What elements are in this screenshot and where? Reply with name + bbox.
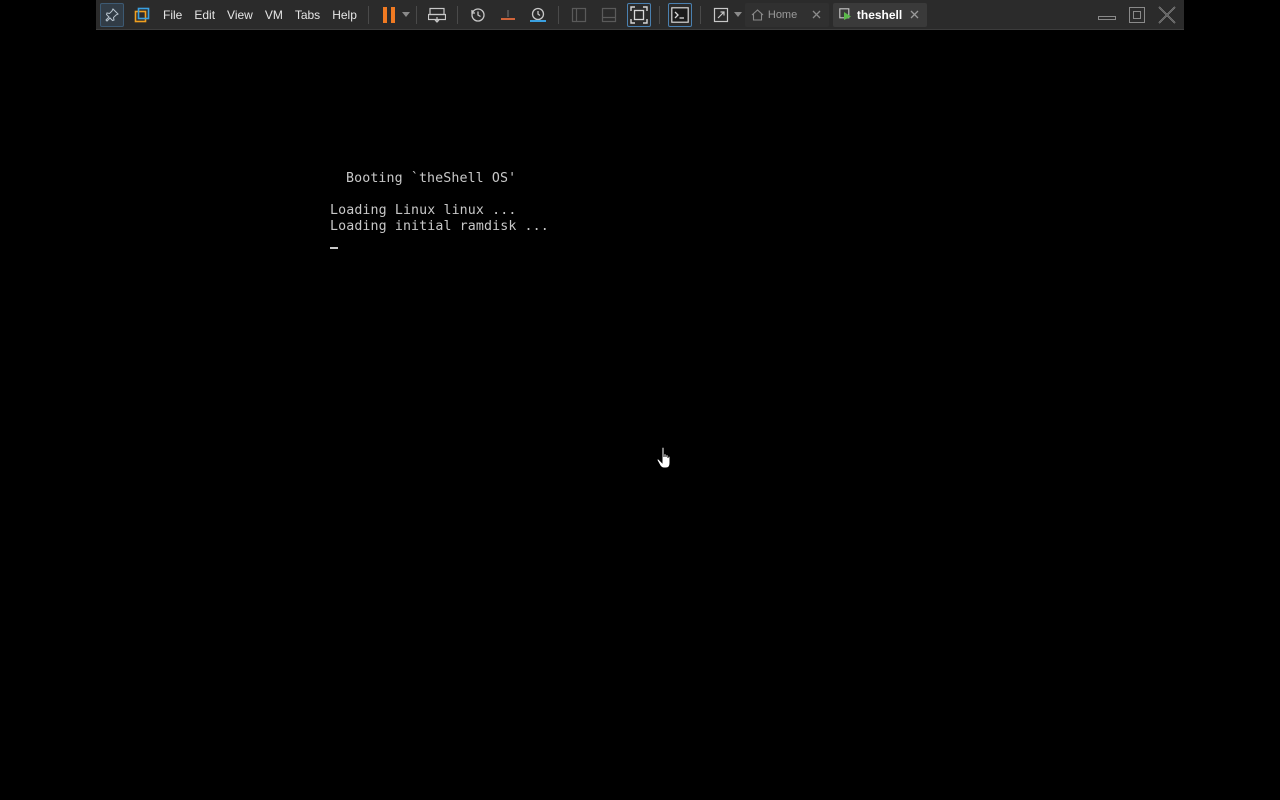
- snapshot-manager-button[interactable]: [526, 3, 550, 27]
- tab-home[interactable]: Home: [744, 2, 829, 27]
- toolbar-separator: [456, 5, 458, 24]
- minimize-icon: [1098, 15, 1116, 20]
- send-keys-icon: [427, 7, 446, 23]
- menu-help[interactable]: Help: [326, 3, 363, 27]
- vm-tab-icon: [839, 8, 851, 20]
- fit-guest-icon: [630, 5, 648, 24]
- take-snapshot-button[interactable]: [466, 3, 490, 27]
- pause-button[interactable]: [377, 3, 401, 27]
- vm-toolbar: File Edit View VM Tabs Help Home theshel…: [96, 0, 1184, 30]
- menu-edit[interactable]: Edit: [188, 3, 221, 27]
- restore-icon: [1129, 6, 1145, 23]
- fullscreen-button[interactable]: [709, 3, 733, 27]
- fullscreen-dropdown-caret[interactable]: [733, 12, 743, 17]
- toolbar-separator: [699, 5, 701, 24]
- tab-home-label: Home: [767, 8, 798, 21]
- hand-pointer-icon: [656, 446, 671, 469]
- revert-snapshot-icon: [500, 9, 515, 20]
- toolbar-separator: [658, 5, 660, 24]
- show-sidebar-button[interactable]: [567, 3, 591, 27]
- console-icon: [671, 6, 689, 23]
- tab-theshell-close-button[interactable]: [909, 9, 921, 21]
- console-view-button[interactable]: [667, 2, 692, 27]
- snapshot-manager-icon: [529, 7, 546, 22]
- send-ctrl-alt-del-button[interactable]: [425, 3, 449, 27]
- close-icon: [812, 10, 821, 19]
- snapshot-icon: [471, 7, 485, 22]
- chevron-down-icon: [733, 12, 742, 17]
- minimize-button[interactable]: [1092, 1, 1122, 29]
- tab-home-close-button[interactable]: [811, 9, 823, 21]
- close-icon: [1158, 5, 1176, 24]
- text-cursor: [330, 247, 338, 249]
- boot-line-ramdisk: Loading initial ramdisk ...: [330, 219, 549, 234]
- pin-toolbar-button[interactable]: [100, 2, 124, 27]
- library-button[interactable]: [130, 3, 154, 27]
- sidebar-toggle-icon: [571, 7, 586, 22]
- close-window-button[interactable]: [1152, 1, 1182, 29]
- show-thumbnail-bar-button[interactable]: [597, 3, 621, 27]
- revert-snapshot-button[interactable]: [496, 3, 520, 27]
- toolbar-separator: [557, 5, 559, 24]
- pause-icon: [382, 6, 395, 23]
- boot-title-line: Booting `theShell OS': [346, 171, 517, 186]
- fit-guest-button[interactable]: [626, 2, 651, 27]
- toolbar-separator: [367, 5, 369, 24]
- thumbnail-bar-icon: [601, 7, 616, 22]
- boot-line-kernel: Loading Linux linux ...: [330, 203, 517, 218]
- close-icon: [910, 10, 919, 19]
- pin-icon: [105, 7, 119, 22]
- power-dropdown-caret[interactable]: [401, 12, 411, 17]
- menu-tabs[interactable]: Tabs: [289, 3, 326, 27]
- vm-console-screen[interactable]: Booting `theShell OS' Loading Linux linu…: [0, 31, 1280, 800]
- fullscreen-icon: [713, 7, 728, 22]
- menu-file[interactable]: File: [157, 3, 188, 27]
- chevron-down-icon: [401, 12, 410, 17]
- menu-view[interactable]: View: [221, 3, 259, 27]
- tab-theshell-label: theshell: [856, 7, 903, 22]
- home-icon: [751, 8, 764, 21]
- library-icon: [134, 7, 150, 22]
- menu-vm[interactable]: VM: [259, 3, 289, 27]
- restore-button[interactable]: [1122, 1, 1152, 29]
- tab-theshell[interactable]: theshell: [832, 2, 927, 27]
- toolbar-separator: [415, 5, 417, 24]
